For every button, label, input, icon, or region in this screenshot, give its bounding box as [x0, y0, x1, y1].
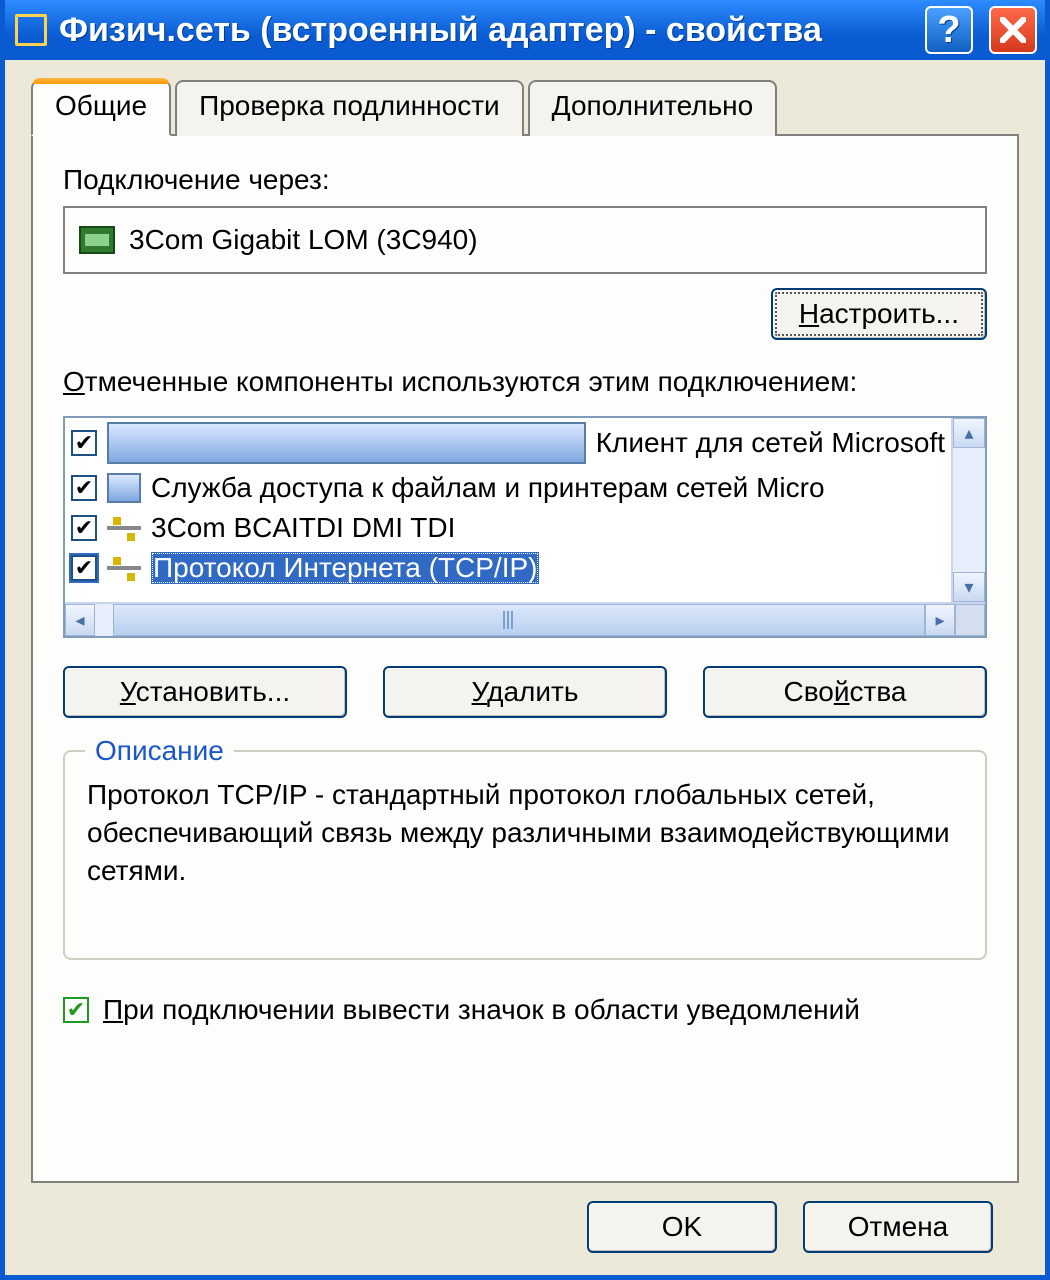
component-checkbox[interactable]: ✔	[71, 430, 97, 456]
component-checkbox[interactable]: ✔	[71, 515, 97, 541]
component-label: Служба доступа к файлам и принтерам сете…	[151, 472, 825, 504]
help-button[interactable]: ?	[925, 6, 973, 54]
props-btn-rest: ства	[850, 676, 907, 707]
tab-auth[interactable]: Проверка подлинности	[175, 80, 524, 136]
scroll-corner	[955, 604, 985, 636]
description-legend: Описание	[85, 732, 234, 770]
scroll-up-button[interactable]: ▴	[953, 418, 985, 448]
install-btn-rest: становить...	[136, 676, 290, 707]
description-text: Протокол TCP/IP - стандартный протокол г…	[87, 776, 963, 889]
tab-strip: Общие Проверка подлинности Дополнительно	[31, 80, 1019, 136]
component-row[interactable]: ✔ Клиент для сетей Microsoft	[65, 418, 951, 468]
cancel-button[interactable]: Отмена	[803, 1201, 993, 1253]
install-button[interactable]: Установить...	[63, 666, 347, 718]
title-bar[interactable]: Физич.сеть (встроенный адаптер) - свойст…	[5, 0, 1045, 60]
tab-general[interactable]: Общие	[31, 80, 171, 136]
client-area: Общие Проверка подлинности Дополнительно…	[5, 60, 1045, 1275]
scroll-thumb[interactable]	[113, 604, 925, 636]
connect-through-label: Подключение через:	[63, 164, 987, 196]
tray-icon-label: При подключении вывести значок в области…	[103, 994, 860, 1026]
component-checkbox[interactable]: ✔	[71, 475, 97, 501]
remove-button[interactable]: Удалить	[383, 666, 667, 718]
description-group: Описание Протокол TCP/IP - стандартный п…	[63, 750, 987, 960]
components-listbox[interactable]: ✔ Клиент для сетей Microsoft ✔ Служба досту…	[63, 416, 987, 638]
dialog-buttons: OK Отмена	[31, 1183, 1019, 1257]
close-button[interactable]	[989, 6, 1037, 54]
adapter-box: 3Com Gigabit LOM (3C940)	[63, 206, 987, 274]
scroll-right-button[interactable]: ▸	[925, 604, 955, 636]
properties-button[interactable]: Свойства	[703, 666, 987, 718]
client-icon	[107, 422, 586, 464]
component-row[interactable]: ✔ Протокол Интернета (TCP/IP)	[65, 548, 951, 588]
protocol-icon	[107, 553, 141, 583]
scroll-track[interactable]	[953, 448, 985, 572]
ok-button[interactable]: OK	[587, 1201, 777, 1253]
protocol-icon	[107, 513, 141, 543]
tab-page-general: Подключение через: 3Com Gigabit LOM (3C9…	[31, 134, 1019, 1183]
adapter-icon	[13, 12, 49, 48]
adapter-name: 3Com Gigabit LOM (3C940)	[129, 224, 478, 256]
tab-advanced[interactable]: Дополнительно	[528, 80, 778, 136]
components-label: Отмеченные компоненты используются этим …	[63, 366, 987, 398]
scroll-down-button[interactable]: ▾	[953, 572, 985, 602]
configure-button-rest: астроить...	[819, 298, 959, 329]
vertical-scrollbar[interactable]: ▴ ▾	[951, 418, 985, 602]
component-label: Клиент для сетей Microsoft	[596, 427, 945, 459]
configure-button[interactable]: Настроить...	[771, 288, 987, 340]
horizontal-scrollbar[interactable]: ◂ ▸	[65, 602, 985, 636]
service-icon	[107, 473, 141, 503]
remove-btn-rest: далить	[487, 676, 578, 707]
component-row[interactable]: ✔ 3Com BCAITDI DMI TDI	[65, 508, 951, 548]
tray-icon-checkbox[interactable]: ✔	[63, 997, 89, 1023]
component-checkbox[interactable]: ✔	[71, 555, 97, 581]
scroll-left-button[interactable]: ◂	[65, 604, 95, 636]
properties-window: Физич.сеть (встроенный адаптер) - свойст…	[0, 0, 1050, 1280]
component-row[interactable]: ✔ Служба доступа к файлам и принтерам сет…	[65, 468, 951, 508]
nic-icon	[79, 226, 115, 254]
window-title: Физич.сеть (встроенный адаптер) - свойст…	[59, 11, 822, 50]
component-label: 3Com BCAITDI DMI TDI	[151, 512, 455, 544]
component-label: Протокол Интернета (TCP/IP)	[151, 552, 539, 584]
